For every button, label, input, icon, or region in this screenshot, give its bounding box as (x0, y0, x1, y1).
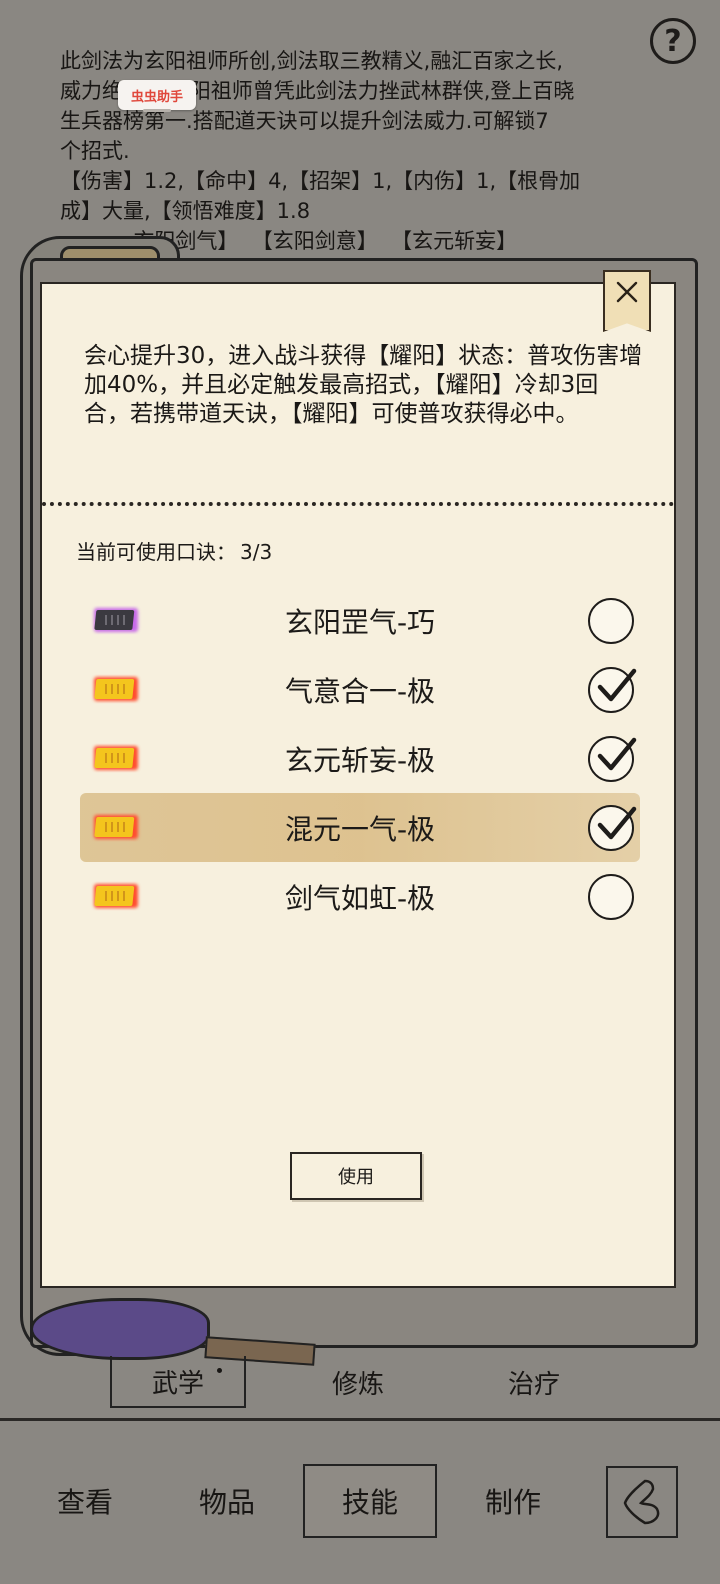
gold-scroll-icon (94, 746, 138, 770)
tab-label: 武学 (151, 1368, 204, 1399)
use-button[interactable]: 使用 (290, 1152, 422, 1200)
mantra-count-label: 当前可使用口诀： (76, 540, 236, 564)
description-line: 【伤害】1.2,【命中】4,【招架】1,【内伤】1,【根骨加 (60, 169, 581, 193)
help-button[interactable]: ? (650, 18, 696, 64)
mantra-row[interactable]: 玄阳罡气-巧 (80, 586, 640, 655)
purple-scroll-icon (94, 608, 138, 632)
mantra-row[interactable]: 气意合一-极 (80, 655, 640, 724)
nav-label: 技能 (341, 1486, 398, 1519)
close-icon (616, 281, 638, 303)
nav-skills[interactable]: 技能 (303, 1464, 437, 1538)
back-button[interactable] (606, 1466, 678, 1538)
tab-healing[interactable]: 治疗 (466, 1356, 602, 1408)
assistant-badge[interactable]: 虫虫助手 (118, 80, 196, 112)
checkbox[interactable] (588, 598, 634, 644)
back-arrow-icon (623, 1479, 660, 1525)
tab-cultivation[interactable]: 修炼 (290, 1356, 426, 1408)
checkbox[interactable] (588, 874, 634, 920)
question-icon: ? (664, 23, 682, 59)
mantra-row-selected[interactable]: 混元一气-极 (80, 793, 640, 862)
tab-martial-arts[interactable]: 武学 (110, 1356, 246, 1408)
sub-tab-bar: 武学 修炼 治疗 (0, 1350, 720, 1408)
tab-label: 修炼 (331, 1369, 384, 1400)
mantra-name: 玄元斩妄-极 (284, 743, 436, 777)
mantra-name: 玄阳罡气-巧 (284, 605, 436, 639)
nav-items[interactable]: 物品 (160, 1464, 294, 1538)
nav-crafting[interactable]: 制作 (446, 1464, 580, 1538)
mantra-list: 玄阳罡气-巧 气意合一-极 玄元斩妄-极 混元一气-极 剑气如虹-极 (80, 586, 640, 931)
mantra-row[interactable]: 玄元斩妄-极 (80, 724, 640, 793)
dotted-divider (42, 502, 674, 506)
notification-dot (217, 1368, 222, 1373)
technique-description: 此剑法为玄阳祖师所创,剑法取三教精义,融汇百家之长, 威力绝 阳祖师曾凭此剑法力… (60, 46, 660, 256)
checkbox[interactable] (588, 736, 637, 782)
mantra-row[interactable]: 剑气如虹-极 (80, 862, 640, 931)
gold-scroll-icon (94, 815, 138, 839)
mantra-name: 气意合一-极 (284, 674, 436, 708)
bottom-navigation: 查看 物品 技能 制作 (0, 1460, 720, 1544)
description-line: 个招式. (60, 139, 130, 163)
tab-label: 治疗 (507, 1369, 560, 1400)
nav-label: 物品 (198, 1486, 255, 1519)
nav-divider (0, 1418, 720, 1421)
checkmark-icon (597, 737, 637, 771)
close-button[interactable] (603, 270, 651, 332)
mantra-name: 剑气如虹-极 (284, 881, 436, 915)
gold-scroll-icon (94, 677, 138, 701)
nav-label: 制作 (484, 1486, 541, 1519)
description-line: 此剑法为玄阳祖师所创,剑法取三教精义,融汇百家之长, (60, 49, 564, 73)
nav-label: 查看 (56, 1486, 113, 1519)
checkmark-icon (597, 668, 637, 702)
description-line: 成】大量,【领悟难度】1.8 (60, 199, 311, 223)
effect-description: 会心提升30，进入战斗获得【耀阳】状态：普攻伤害增加40%，并且必定触发最高招式… (84, 343, 643, 427)
checkbox[interactable] (588, 667, 637, 713)
checkmark-icon (597, 806, 637, 840)
gold-scroll-icon (94, 884, 138, 908)
checkbox[interactable] (588, 805, 637, 851)
mantra-name: 混元一气-极 (284, 812, 436, 846)
nav-view[interactable]: 查看 (18, 1464, 152, 1538)
mantra-count-value: 3/3 (240, 540, 273, 564)
mantra-count: 当前可使用口诀： 3/3 (72, 536, 272, 565)
